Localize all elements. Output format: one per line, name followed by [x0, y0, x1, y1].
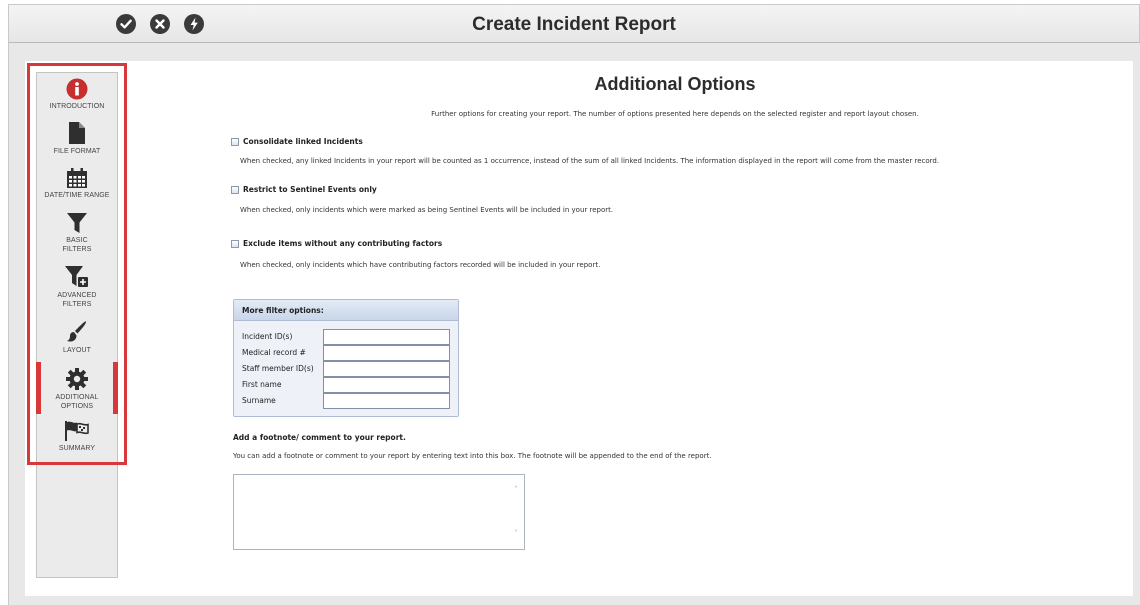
medical-record-input[interactable] — [323, 345, 450, 361]
info-icon — [66, 78, 88, 100]
filter-label: Surname — [242, 396, 276, 405]
calendar-icon — [67, 168, 87, 188]
sidebar-item-label: LAYOUT — [62, 347, 92, 354]
incident-id-input[interactable] — [323, 329, 450, 345]
sentinel-events-checkbox[interactable] — [231, 186, 239, 194]
sidebar-item-label: SUMMARY — [58, 445, 96, 452]
filter-label: Staff member ID(s) — [242, 364, 314, 373]
scroll-up-icon[interactable]: ˄ — [511, 486, 521, 494]
consolidate-linked-checkbox[interactable] — [231, 138, 239, 146]
footnote-title: Add a footnote/ comment to your report. — [233, 433, 406, 442]
filter-panel-title: More filter options: — [234, 300, 458, 321]
option-label: Consolidate linked Incidents — [243, 137, 363, 146]
staff-member-id-input[interactable] — [323, 361, 450, 377]
filter-label: Medical record # — [242, 348, 306, 357]
sidebar-item-summary[interactable]: SUMMARY — [36, 420, 118, 453]
filter-label: First name — [242, 380, 282, 389]
sidebar-item-label: DATE/TIME RANGE — [44, 192, 110, 199]
more-filter-options-panel: More filter options: Incident ID(s) Medi… — [233, 299, 459, 417]
surname-input[interactable] — [323, 393, 450, 409]
sidebar-item-introduction[interactable]: INTRODUCTION — [36, 78, 118, 111]
content-panel — [25, 61, 1133, 596]
sidebar-item-file-format[interactable]: FILE FORMAT — [36, 121, 118, 156]
option-description: When checked, only incidents which were … — [240, 206, 614, 214]
option-label: Exclude items without any contributing f… — [243, 239, 443, 248]
sidebar-item-basic-filters[interactable]: BASIC FILTERS — [36, 212, 118, 254]
filter-plus-icon — [65, 266, 88, 287]
option-description: When checked, any linked Incidents in yo… — [240, 157, 940, 165]
sidebar-item-label: BASIC FILTERS — [62, 237, 92, 253]
filter-icon — [67, 213, 87, 233]
first-name-input[interactable] — [323, 377, 450, 393]
filter-label: Incident ID(s) — [242, 332, 293, 341]
title-bar: Create Incident Report — [8, 4, 1140, 43]
flags-icon — [65, 421, 89, 441]
footnote-description: You can add a footnote or comment to you… — [233, 452, 712, 460]
exclude-contributing-factors-checkbox[interactable] — [231, 240, 239, 248]
page-heading: Additional Options — [594, 74, 756, 94]
sidebar-item-advanced-filters[interactable]: ADVANCED FILTERS — [36, 265, 118, 309]
sidebar-item-label: ADDITIONAL OPTIONS — [55, 394, 99, 410]
page-subtitle: Further options for creating your report… — [431, 110, 919, 118]
file-icon — [69, 122, 85, 144]
option-description: When checked, only incidents which have … — [240, 261, 601, 269]
sidebar-item-label: FILE FORMAT — [53, 148, 101, 155]
content-frame — [8, 43, 1140, 605]
sidebar-item-label: INTRODUCTION — [49, 103, 105, 110]
sidebar-item-layout[interactable]: LAYOUT — [36, 320, 118, 355]
sidebar-item-date-time-range[interactable]: DATE/TIME RANGE — [36, 167, 118, 200]
gear-icon — [66, 368, 88, 390]
scroll-down-icon[interactable]: ˅ — [511, 530, 521, 538]
footnote-textarea[interactable] — [233, 474, 525, 550]
option-label: Restrict to Sentinel Events only — [243, 185, 377, 194]
sidebar-item-additional-options[interactable]: ADDITIONAL OPTIONS — [36, 367, 118, 411]
brush-icon — [67, 321, 87, 342]
window-title: Create Incident Report — [472, 14, 676, 35]
sidebar-item-label: ADVANCED FILTERS — [57, 292, 97, 308]
